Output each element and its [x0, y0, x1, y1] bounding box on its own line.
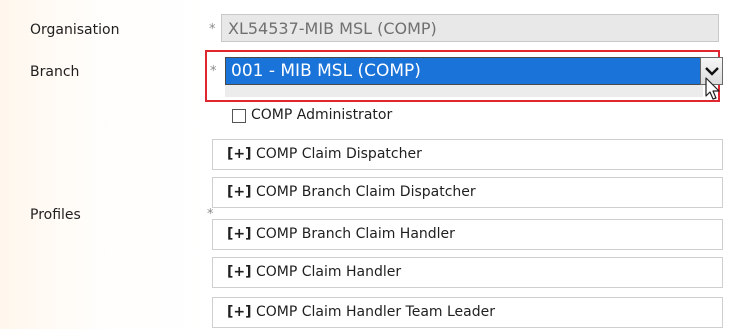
organisation-required-marker: *	[209, 22, 216, 37]
profile-group-label: COMP Claim Handler Team Leader	[255, 304, 496, 320]
organisation-label: Organisation	[30, 22, 120, 38]
mouse-pointer-icon	[705, 77, 720, 100]
expand-toggle[interactable]: [+]	[227, 264, 252, 280]
profile-group-label: COMP Claim Dispatcher	[255, 146, 422, 162]
profile-group-label: COMP Branch Claim Dispatcher	[255, 184, 476, 200]
branch-select[interactable]: 001 - MIB MSL (COMP)	[225, 57, 703, 85]
profile-group-label: COMP Claim Handler	[255, 264, 402, 280]
organisation-field: XL54537-MIB MSL (COMP)	[221, 14, 719, 42]
background-glow	[0, 0, 210, 329]
profile-group-label: COMP Branch Claim Handler	[255, 226, 455, 242]
profile-group-branch-claim-dispatcher[interactable]: [+] COMP Branch Claim Dispatcher	[212, 177, 723, 208]
profile-group-claim-handler-team-leader[interactable]: [+] COMP Claim Handler Team Leader	[212, 297, 723, 328]
comp-administrator-checkbox[interactable]	[232, 109, 246, 123]
branch-label: Branch	[30, 64, 80, 80]
expand-toggle[interactable]: [+]	[227, 226, 252, 242]
profile-group-claim-handler[interactable]: [+] COMP Claim Handler	[212, 257, 723, 288]
profile-group-branch-claim-handler[interactable]: [+] COMP Branch Claim Handler	[212, 219, 723, 250]
chevron-down-icon	[704, 67, 719, 76]
expand-toggle[interactable]: [+]	[227, 304, 252, 320]
expand-toggle[interactable]: [+]	[227, 184, 252, 200]
profiles-label: Profiles	[30, 207, 81, 223]
branch-required-marker: *	[210, 64, 217, 79]
profile-group-claim-dispatcher[interactable]: [+] COMP Claim Dispatcher	[212, 139, 723, 170]
branch-dropdown-shade	[225, 85, 703, 97]
expand-toggle[interactable]: [+]	[227, 146, 252, 162]
comp-administrator-label: COMP Administrator	[251, 107, 393, 123]
